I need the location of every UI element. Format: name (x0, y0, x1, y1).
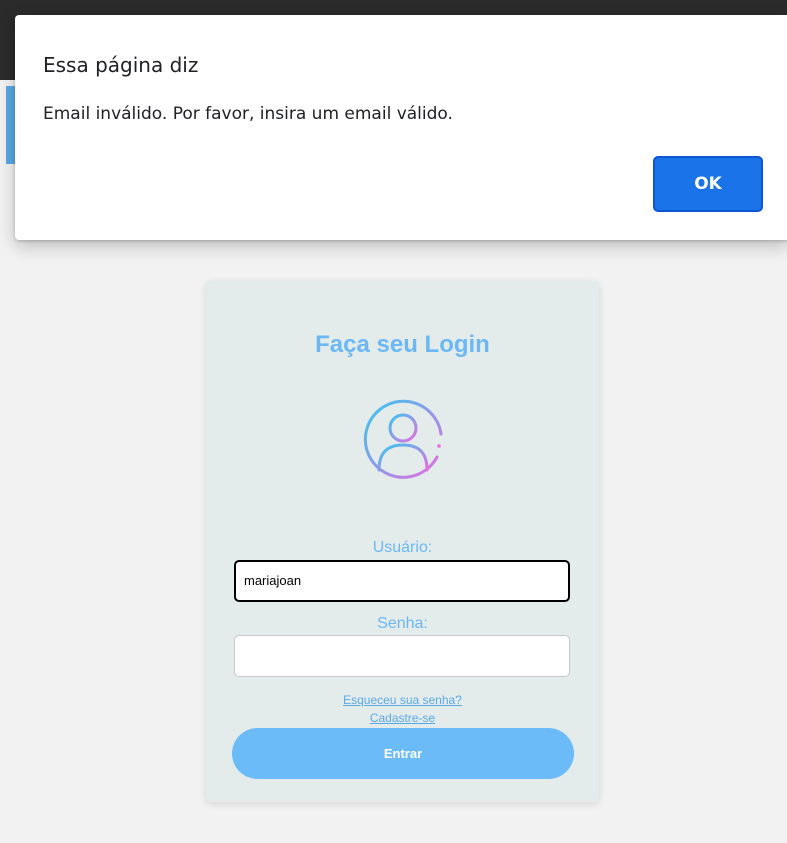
ok-button[interactable]: OK (653, 156, 763, 212)
password-label: Senha: (377, 615, 428, 632)
forgot-password-link[interactable]: Esqueceu sua senha? (206, 693, 599, 707)
password-input[interactable] (234, 635, 570, 677)
login-button[interactable]: Entrar (232, 728, 574, 779)
login-card: Faça seu Login Usuário: mariajoan Senha:… (206, 281, 599, 802)
dialog-title: Essa página diz (43, 53, 199, 77)
username-input[interactable]: mariajoan (234, 560, 570, 602)
username-label: Usuário: (372, 539, 433, 556)
login-title: Faça seu Login (315, 331, 490, 358)
alert-dialog: Essa página diz Email inválido. Por favo… (15, 15, 787, 240)
dialog-message: Email inválido. Por favor, insira um ema… (43, 104, 453, 124)
user-circle-icon (363, 399, 443, 479)
signup-link[interactable]: Cadastre-se (206, 711, 599, 725)
